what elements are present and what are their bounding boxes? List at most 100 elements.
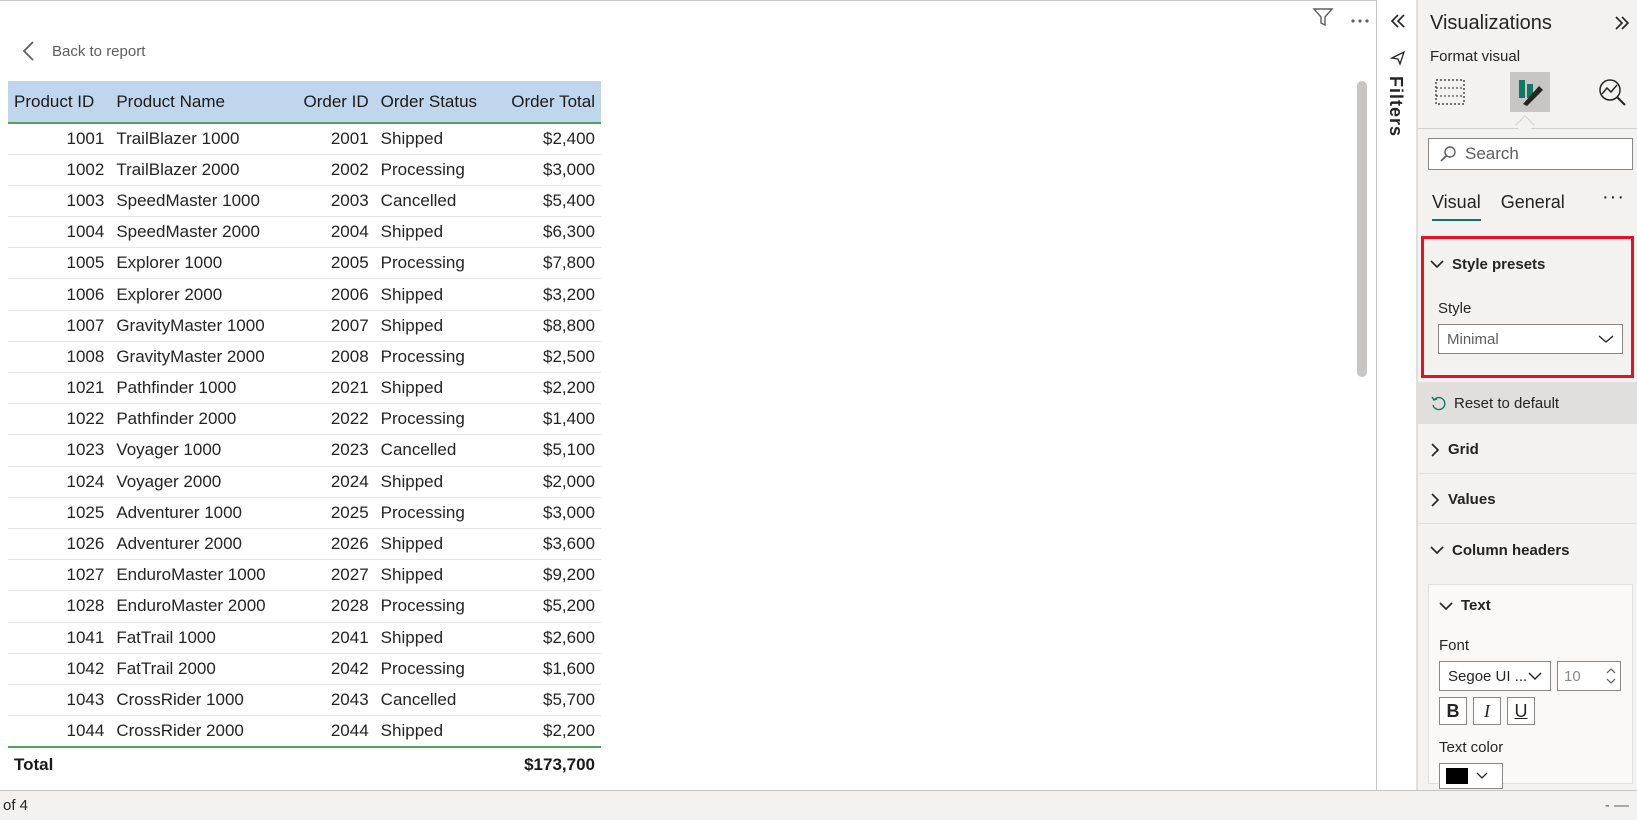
cell-product-name: GravityMaster 1000 xyxy=(110,310,290,342)
font-family-value: Segoe UI ... xyxy=(1448,667,1528,685)
subsection-text-header[interactable]: Text xyxy=(1439,597,1491,614)
header-order-id[interactable]: Order ID xyxy=(289,81,375,124)
cell-product-id: 1005 xyxy=(8,247,111,280)
cell-order-id: 2004 xyxy=(289,216,375,249)
header-order-total[interactable]: Order Total xyxy=(494,81,601,124)
cell-product-id: 1028 xyxy=(8,590,111,623)
cell-order-id: 2006 xyxy=(289,278,375,311)
header-order-status[interactable]: Order Status xyxy=(374,81,495,124)
table-row[interactable]: 1007 GravityMaster 1000 2007 Shipped $8,800 xyxy=(8,310,601,342)
double-chevron-left-icon[interactable] xyxy=(1389,12,1407,35)
build-visual-icon[interactable] xyxy=(1430,72,1470,112)
pane-subtitle: Format visual xyxy=(1430,48,1521,65)
table-row[interactable]: 1002 TrailBlazer 2000 2002 Processing $3,000 xyxy=(8,154,601,186)
more-options-icon[interactable] xyxy=(1350,11,1370,29)
cell-product-name: Adventurer 1000 xyxy=(110,497,290,529)
cell-order-status: Cancelled xyxy=(374,434,495,467)
table-row[interactable]: 1024 Voyager 2000 2024 Shipped $2,000 xyxy=(8,466,601,498)
table-row[interactable]: 1041 FatTrail 1000 2041 Shipped $2,600 xyxy=(8,622,601,654)
table-row[interactable]: 1028 EnduroMaster 2000 2028 Processing $5,20… xyxy=(8,590,601,623)
cell-order-total: $3,200 xyxy=(494,278,601,311)
double-chevron-right-icon[interactable] xyxy=(1613,14,1631,37)
cell-product-id: 1004 xyxy=(8,216,111,249)
italic-button[interactable]: I xyxy=(1473,697,1501,725)
header-product-name[interactable]: Product Name xyxy=(110,81,290,124)
cell-product-name: SpeedMaster 1000 xyxy=(110,185,290,218)
table-row[interactable]: 1043 CrossRider 1000 2043 Cancelled $5,700 xyxy=(8,684,601,717)
cell-product-name: FatTrail 2000 xyxy=(110,653,290,685)
table-row[interactable]: 1027 EnduroMaster 1000 2027 Shipped $9,200 xyxy=(8,559,601,592)
cell-order-total: $7,800 xyxy=(494,247,601,280)
underline-button[interactable]: U xyxy=(1507,697,1535,725)
back-to-report-label: Back to report xyxy=(52,42,146,60)
chevron-down-icon xyxy=(1430,546,1444,555)
cell-order-id: 2043 xyxy=(289,684,375,717)
filters-pane-collapsed[interactable]: Filters xyxy=(1377,0,1417,790)
cell-product-name: GravityMaster 2000 xyxy=(110,341,290,374)
font-size-stepper[interactable]: 10 xyxy=(1557,661,1621,691)
search-placeholder: Search xyxy=(1465,144,1519,163)
search-input[interactable]: Search xyxy=(1428,138,1633,170)
more-options-icon[interactable]: ··· xyxy=(1602,186,1625,209)
header-product-id[interactable]: Product ID xyxy=(8,81,111,124)
stepper-arrows-icon[interactable] xyxy=(1606,666,1616,686)
table-row[interactable]: 1025 Adventurer 1000 2025 Processing $3,000 xyxy=(8,497,601,529)
format-visual-icon[interactable] xyxy=(1510,72,1550,112)
table-row[interactable]: 1044 CrossRider 2000 2044 Shipped $2,200 xyxy=(8,715,601,748)
cell-order-status: Shipped xyxy=(374,622,495,654)
cell-order-total: $3,000 xyxy=(494,154,601,186)
tab-general[interactable]: General xyxy=(1501,192,1565,221)
table-row[interactable]: 1006 Explorer 2000 2006 Shipped $3,200 xyxy=(8,278,601,311)
table-row[interactable]: 1022 Pathfinder 2000 2022 Processing $1,400 xyxy=(8,403,601,436)
cell-order-total: $9,200 xyxy=(494,559,601,592)
table-row[interactable]: 1026 Adventurer 2000 2026 Shipped $3,600 xyxy=(8,528,601,561)
chevron-right-icon xyxy=(1431,442,1440,457)
reset-to-default-button[interactable]: Reset to default xyxy=(1418,382,1637,424)
analytics-icon[interactable] xyxy=(1592,72,1632,112)
format-icon-bar xyxy=(1418,72,1637,122)
cell-order-status: Shipped xyxy=(374,715,495,748)
section-column-headers[interactable]: Column headers xyxy=(1418,526,1637,574)
section-grid[interactable]: Grid xyxy=(1418,426,1637,474)
table-row[interactable]: 1023 Voyager 1000 2023 Cancelled $5,100 xyxy=(8,434,601,467)
cell-order-id: 2021 xyxy=(289,372,375,405)
report-canvas: Back to report Product ID Product Name O… xyxy=(0,0,1377,790)
zoom-control[interactable]: - — xyxy=(1605,797,1629,814)
cell-order-id: 2023 xyxy=(289,434,375,467)
cell-order-total: $3,600 xyxy=(494,528,601,561)
filters-label[interactable]: Filters xyxy=(1385,76,1406,137)
table-row[interactable]: 1021 Pathfinder 1000 2021 Shipped $2,200 xyxy=(8,372,601,405)
tab-visual[interactable]: Visual xyxy=(1432,192,1481,221)
table-header-row: Product ID Product Name Order ID Order S… xyxy=(8,81,601,124)
text-color-picker[interactable] xyxy=(1439,763,1503,789)
table-row[interactable]: 1004 SpeedMaster 2000 2004 Shipped $6,300 xyxy=(8,216,601,249)
table-row[interactable]: 1005 Explorer 1000 2005 Processing $7,800 xyxy=(8,247,601,280)
reset-icon xyxy=(1431,396,1446,411)
cell-product-id: 1006 xyxy=(8,278,111,311)
cell-order-status: Processing xyxy=(374,497,495,529)
bold-button[interactable]: B xyxy=(1439,697,1467,725)
cell-order-total: $1,600 xyxy=(494,653,601,685)
format-tabs: Visual General xyxy=(1432,192,1565,221)
cell-order-status: Processing xyxy=(374,247,495,280)
table-row[interactable]: 1042 FatTrail 2000 2042 Processing $1,600 xyxy=(8,653,601,685)
cell-product-name: Pathfinder 1000 xyxy=(110,372,290,405)
filter-funnel-icon xyxy=(1389,50,1406,71)
table-row[interactable]: 1008 GravityMaster 2000 2008 Processing $2,5… xyxy=(8,341,601,374)
table-row[interactable]: 1003 SpeedMaster 1000 2003 Cancelled $5,400 xyxy=(8,185,601,218)
cell-order-status: Processing xyxy=(374,653,495,685)
table-row[interactable]: 1001 TrailBlazer 1000 2001 Shipped $2,400 xyxy=(8,123,601,155)
cell-order-id: 2005 xyxy=(289,247,375,280)
table-visual: Product ID Product Name Order ID Order S… xyxy=(8,81,601,783)
cell-order-id: 2007 xyxy=(289,310,375,342)
cell-product-id: 1026 xyxy=(8,528,111,561)
cell-product-id: 1027 xyxy=(8,559,111,592)
vertical-scrollbar[interactable] xyxy=(1357,81,1367,377)
section-values[interactable]: Values xyxy=(1418,476,1637,524)
cell-order-total: $2,200 xyxy=(494,372,601,405)
back-to-report-button[interactable]: Back to report xyxy=(20,39,145,63)
section-column-headers-label: Column headers xyxy=(1452,541,1570,559)
cell-product-id: 1008 xyxy=(8,341,111,374)
filter-icon[interactable] xyxy=(1312,7,1334,32)
font-family-dropdown[interactable]: Segoe UI ... xyxy=(1439,661,1551,691)
